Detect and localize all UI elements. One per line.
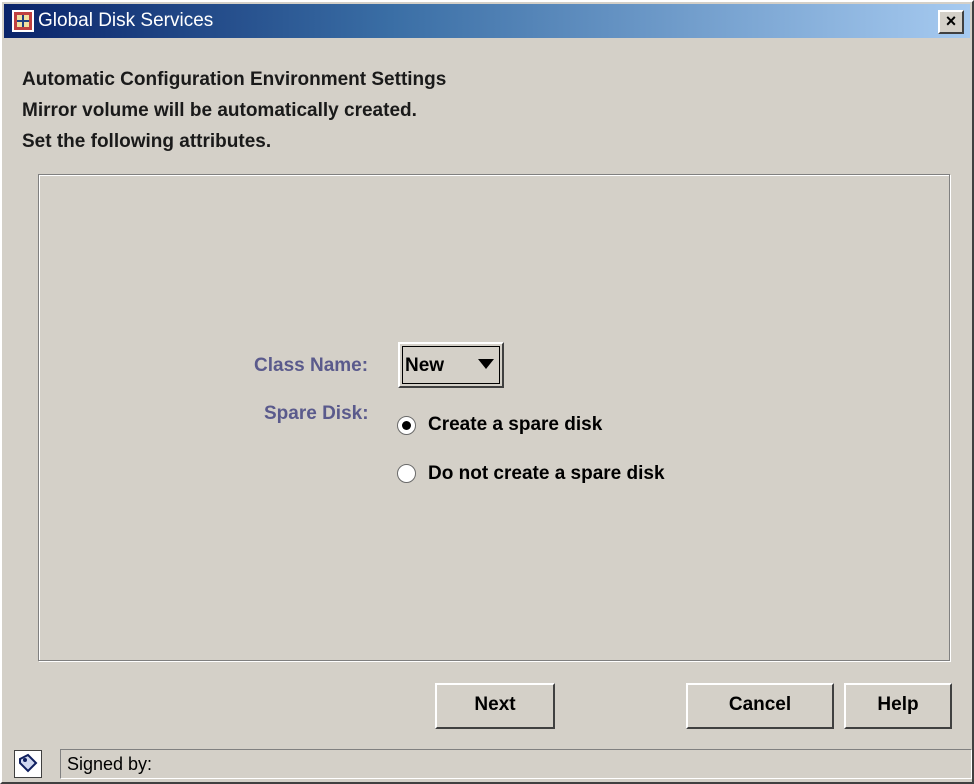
class-name-value: New bbox=[405, 355, 445, 376]
radio-create-spare-disk-label[interactable]: Create a spare disk bbox=[428, 413, 602, 437]
header-description: Mirror volume will be automatically crea… bbox=[22, 100, 417, 121]
dialog-window: Global Disk Services × Automatic Configu… bbox=[0, 0, 974, 784]
app-icon bbox=[12, 10, 34, 32]
window-title: Global Disk Services bbox=[38, 10, 214, 31]
spare-disk-label: Spare Disk: bbox=[264, 403, 369, 424]
close-button[interactable]: × bbox=[938, 10, 964, 34]
close-icon: × bbox=[945, 11, 957, 31]
radio-no-spare-disk-label[interactable]: Do not create a spare disk bbox=[428, 462, 665, 486]
header-title: Automatic Configuration Environment Sett… bbox=[22, 69, 447, 90]
next-button[interactable]: Next bbox=[435, 683, 555, 729]
signature-icon bbox=[14, 750, 42, 778]
radio-create-spare-disk[interactable] bbox=[397, 416, 416, 435]
radio-no-spare-disk[interactable] bbox=[397, 464, 416, 483]
class-name-label: Class Name: bbox=[254, 355, 369, 376]
cancel-button[interactable]: Cancel bbox=[686, 683, 834, 729]
status-field: Signed by: bbox=[60, 749, 972, 779]
status-bar: Signed by: bbox=[4, 746, 972, 782]
title-bar[interactable]: Global Disk Services × bbox=[4, 4, 970, 38]
help-button[interactable]: Help bbox=[844, 683, 952, 729]
signed-by-text: Signed by: bbox=[67, 754, 153, 774]
header-instruction: Set the following attributes. bbox=[22, 131, 272, 152]
chevron-down-icon bbox=[478, 359, 494, 369]
class-name-dropdown[interactable]: New bbox=[398, 342, 504, 388]
